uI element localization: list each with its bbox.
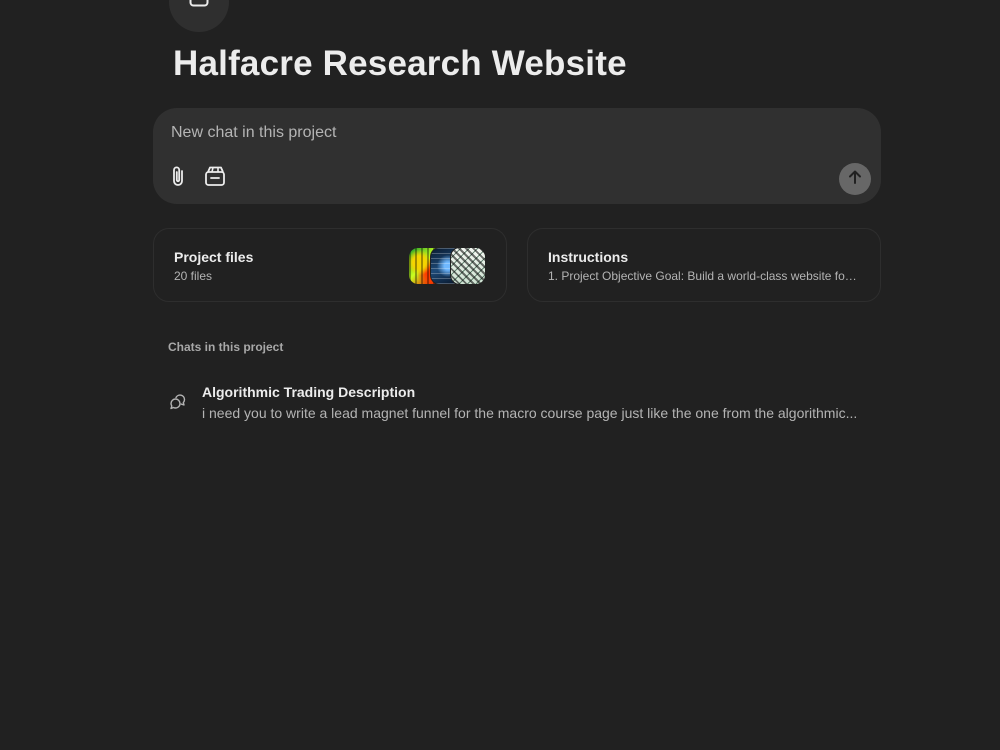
project-avatar[interactable] [169, 0, 229, 32]
project-tools-icon [204, 165, 226, 192]
chat-list-item[interactable]: Algorithmic Trading Description i need y… [153, 374, 881, 430]
file-thumbnails [408, 247, 488, 285]
arrow-up-icon [847, 169, 863, 190]
paperclip-icon [169, 165, 189, 192]
chat-bubbles-icon [169, 393, 187, 411]
instructions-card[interactable]: Instructions 1. Project Objective Goal: … [527, 228, 881, 302]
attach-button[interactable] [167, 166, 191, 190]
chat-title: Algorithmic Trading Description [202, 384, 416, 400]
page-title: Halfacre Research Website [173, 44, 627, 83]
chats-section-label: Chats in this project [168, 340, 284, 354]
new-chat-input[interactable] [171, 122, 771, 144]
project-files-title: Project files [174, 249, 254, 265]
project-tools-button[interactable] [203, 166, 227, 190]
instructions-title: Instructions [548, 249, 629, 265]
file-thumbnail [450, 247, 486, 285]
project-files-card[interactable]: Project files 20 files [153, 228, 507, 302]
send-button[interactable] [839, 163, 871, 195]
chat-composer [153, 108, 881, 204]
chat-snippet: i need you to write a lead magnet funnel… [202, 405, 858, 421]
instructions-preview: 1. Project Objective Goal: Build a world… [548, 269, 858, 283]
folder-icon [189, 0, 209, 32]
